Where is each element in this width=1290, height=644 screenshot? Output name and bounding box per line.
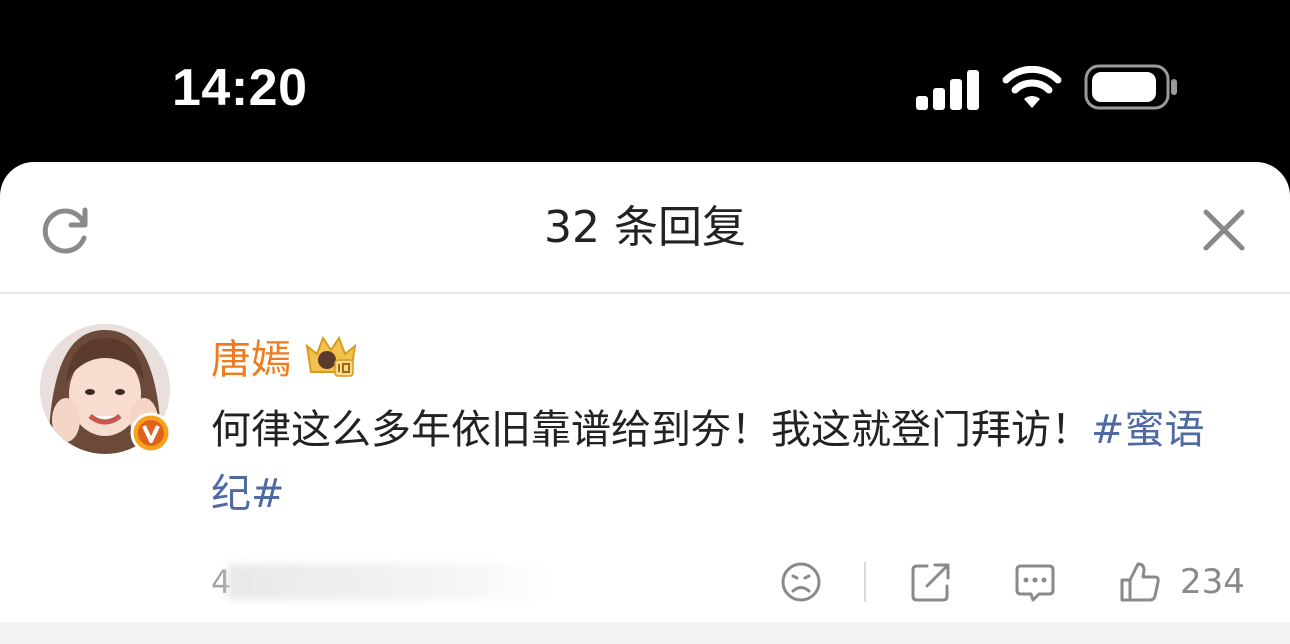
bottom-separator (0, 622, 1290, 644)
replies-sheet: 32 条回复 唐嫣 何律这么多年依旧靠谱给到夯！我这就登门拜访！#蜜语纪# 4 … (0, 162, 1290, 644)
status-time: 14:20 (172, 59, 308, 117)
like-count: 234 (1180, 562, 1245, 602)
verified-v-badge-icon (130, 412, 172, 454)
status-bar: 14:20 (0, 0, 1290, 162)
action-divider (864, 562, 866, 602)
comment-item: 唐嫣 何律这么多年依旧靠谱给到夯！我这就登门拜访！#蜜语纪# 4 234 (0, 294, 1290, 622)
share-icon[interactable] (909, 560, 953, 604)
blurred-meta (228, 564, 550, 600)
sad-face-icon[interactable] (779, 560, 823, 604)
comment-text: 何律这么多年依旧靠谱给到夯！我这就登门拜访！#蜜语纪# (211, 398, 1241, 526)
sheet-header: 32 条回复 (0, 162, 1290, 294)
crown-level-badge-icon[interactable] (303, 332, 359, 382)
comment-icon[interactable] (1013, 560, 1057, 604)
wifi-icon (1002, 66, 1062, 108)
battery-icon (1084, 64, 1177, 110)
username[interactable]: 唐嫣 (211, 336, 291, 384)
cellular-signal-icon (916, 70, 979, 110)
avatar-wrap[interactable] (40, 324, 172, 454)
sheet-title: 32 条回复 (544, 202, 746, 253)
comment-body: 何律这么多年依旧靠谱给到夯！我这就登门拜访！ (211, 407, 1091, 453)
close-icon[interactable] (1198, 204, 1250, 256)
like-icon[interactable] (1118, 560, 1162, 604)
comment-action-bar: 4 234 (0, 546, 1290, 622)
